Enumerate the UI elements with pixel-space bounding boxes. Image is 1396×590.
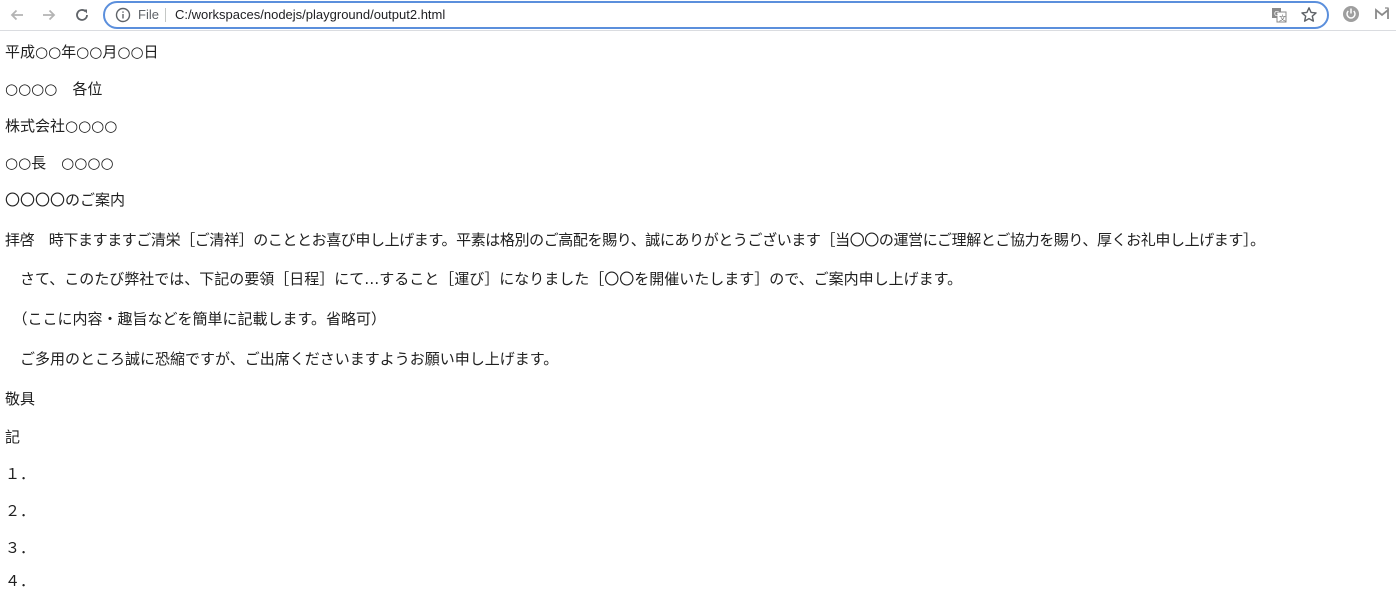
document-recipient: ○○○○ 各位 <box>5 80 103 98</box>
sender-name: ○○長 ○○○○ <box>5 154 114 172</box>
document-date: 平成○○年○○月○○日 <box>5 43 159 61</box>
info-circle-icon[interactable] <box>115 7 131 23</box>
address-bar[interactable]: File C:/workspaces/nodejs/playground/out… <box>103 1 1329 29</box>
ki-heading: 記 <box>5 428 21 446</box>
url-text[interactable]: C:/workspaces/nodejs/playground/output2.… <box>175 6 445 24</box>
body-paragraph: さて、このたび弊社では、下記の要領［日程］にて…すること［運び］になりました［〇… <box>5 270 963 288</box>
arrow-left-icon <box>10 9 23 21</box>
body-paragraph: （ここに内容・趣旨などを簡単に記載します。省略可） <box>5 310 387 328</box>
list-item: ３． <box>5 539 36 557</box>
back-button[interactable] <box>4 2 30 28</box>
body-paragraph: ご多用のところ誠に恐縮ですが、ご出席くださいますようお願い申し上げます。 <box>5 350 559 368</box>
star-icon[interactable] <box>1300 6 1318 24</box>
list-item: １． <box>5 465 36 483</box>
reload-button[interactable] <box>69 2 95 28</box>
document-title: 〇〇〇〇のご案内 <box>5 191 126 209</box>
svg-text:文: 文 <box>1279 14 1286 23</box>
sender-company: 株式会社○○○○ <box>5 117 118 135</box>
reload-icon <box>76 9 88 21</box>
forward-button[interactable] <box>36 2 62 28</box>
mail-icon <box>1375 7 1389 19</box>
translate-icon[interactable]: G 文 <box>1271 7 1287 23</box>
arrow-right-icon <box>43 9 56 21</box>
power-icon <box>1343 6 1359 22</box>
body-paragraph: 拝啓 時下ますますご清栄［ご清祥］のこととお喜び申し上げます。平素は格別のご高配… <box>5 231 1265 249</box>
extension-mail-button[interactable] <box>1372 4 1392 24</box>
extension-power-button[interactable] <box>1341 4 1361 24</box>
closing-keigu: 敬具 <box>5 390 36 408</box>
browser-toolbar: File C:/workspaces/nodejs/playground/out… <box>0 0 1396 31</box>
list-item: ４． <box>5 572 36 590</box>
url-separator <box>165 8 166 22</box>
list-item: ２． <box>5 502 36 520</box>
url-scheme-label: File <box>138 7 159 22</box>
